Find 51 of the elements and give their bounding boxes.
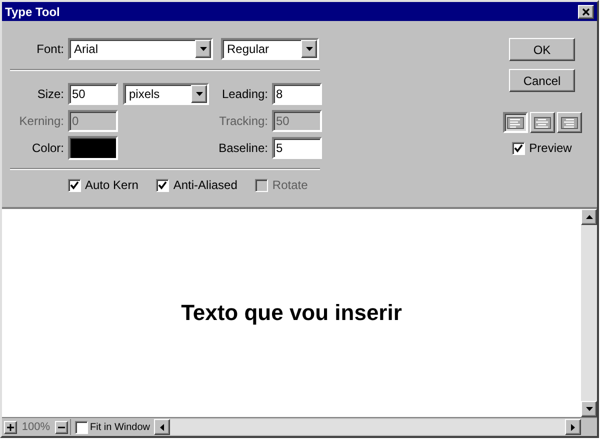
checkbox[interactable] (156, 178, 170, 192)
checkbox[interactable] (75, 420, 88, 434)
align-center-icon (534, 116, 550, 128)
up-arrow-icon (586, 215, 592, 219)
scroll-down-button[interactable] (581, 401, 597, 417)
field-label: Color: (30, 141, 65, 155)
scroll-up-button[interactable] (581, 209, 597, 225)
caret-icon (196, 92, 202, 96)
close-icon (582, 8, 590, 16)
checkbox-label: Fit in Window (90, 422, 150, 432)
preview-text: Texto que vou inserir (181, 300, 402, 326)
plus-icon (7, 424, 14, 430)
checkbox-label: Rotate (272, 178, 308, 192)
window-title: Type Tool (5, 4, 60, 18)
field-label: Leading: (220, 87, 269, 101)
field-label: Tracking: (218, 114, 269, 128)
caret-icon (586, 407, 592, 411)
unit-dropdown[interactable]: pixels (123, 83, 209, 105)
color-swatch[interactable] (68, 136, 118, 160)
checkbox-label: Preview (529, 141, 572, 155)
checkbox[interactable] (68, 178, 81, 192)
field-label: Size: (36, 87, 65, 101)
checkbox-label: Auto Kern (85, 178, 138, 192)
align-left-icon (506, 116, 524, 128)
left-arrow-icon (160, 424, 164, 430)
right-arrow-icon (571, 424, 575, 430)
dialog-button[interactable]: OK (509, 38, 575, 61)
size-field[interactable]: 50 (68, 83, 118, 105)
dialog-button[interactable]: Cancel (509, 69, 575, 92)
font-family-dropdown[interactable]: Arial (68, 38, 213, 60)
alignment-button[interactable] (502, 112, 528, 133)
checkmark-icon (158, 180, 168, 190)
checkbox-label: Anti-Aliased (173, 178, 238, 192)
zoom-out-button[interactable] (55, 420, 68, 434)
font-style-dropdown[interactable]: Regular (221, 38, 319, 60)
caret-icon (200, 47, 206, 51)
scroll-right-button[interactable] (565, 419, 581, 435)
caret-icon (306, 47, 312, 51)
field-label: Font: (36, 42, 65, 56)
align-right-icon (560, 116, 578, 128)
checkmark-icon (70, 180, 79, 190)
close-button[interactable] (578, 4, 594, 18)
checkmark-icon (514, 144, 524, 152)
scroll-left-button[interactable] (154, 419, 170, 435)
field-label: Baseline: (218, 141, 269, 155)
zoom-in-button[interactable] (4, 420, 17, 434)
leading-field[interactable]: 8 (272, 83, 322, 105)
zoom-level: 100% (20, 421, 52, 433)
checkbox[interactable] (512, 142, 526, 154)
baseline-field[interactable]: 5 (272, 137, 322, 159)
field-label: Kerning: (18, 114, 65, 128)
